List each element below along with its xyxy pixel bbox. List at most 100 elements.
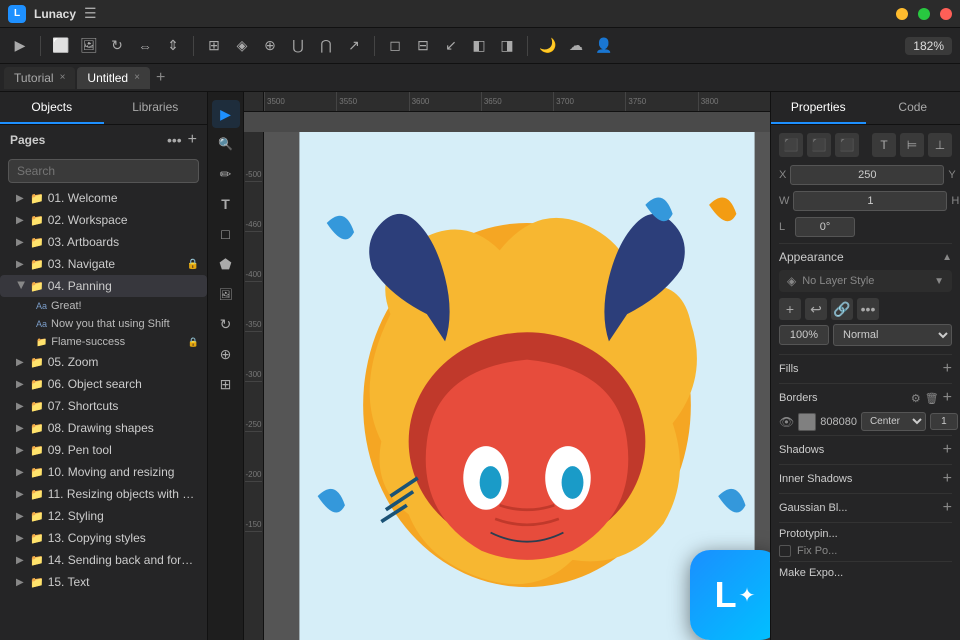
toolbar-lib1[interactable]: ◻	[383, 34, 407, 58]
more-style-button[interactable]: •••	[857, 298, 879, 320]
canvas-content[interactable]: L ✦	[264, 132, 770, 640]
shape-tool-button[interactable]: ⬟	[212, 250, 240, 278]
toolbar-cloud[interactable]: ☁	[564, 34, 588, 58]
sidebar-tab-objects[interactable]: Objects	[0, 92, 104, 124]
tab-tutorial[interactable]: Tutorial ×	[4, 67, 75, 89]
list-item[interactable]: ▶ 📁 14. Sending back and forward	[0, 549, 207, 571]
tab-untitled[interactable]: Untitled ×	[77, 67, 150, 89]
border-color-swatch[interactable]	[798, 413, 816, 431]
align-top-button[interactable]: T	[872, 133, 896, 157]
toolbar-flip-h[interactable]: ⇔	[133, 34, 157, 58]
text-tool-button[interactable]: T	[212, 190, 240, 218]
tab-untitled-close[interactable]: ×	[134, 72, 140, 83]
blend-mode-select[interactable]: Normal Multiply Screen Overlay	[833, 324, 952, 346]
toolbar-mask[interactable]: ⊕	[258, 34, 282, 58]
w-input[interactable]	[793, 191, 947, 211]
minimize-button[interactable]	[896, 8, 908, 20]
list-item[interactable]: ▶ 📁 07. Shortcuts	[0, 395, 207, 417]
tab-tutorial-close[interactable]: ×	[60, 72, 66, 83]
toolbar-send[interactable]: ↗	[342, 34, 366, 58]
toolbar-user[interactable]: 👤	[592, 34, 616, 58]
align-center-v-button[interactable]: ⊨	[900, 133, 924, 157]
rectangle-tool-button[interactable]: □	[212, 220, 240, 248]
border-delete-icon[interactable]: 🗑	[925, 392, 939, 405]
border-width-input[interactable]	[930, 413, 958, 430]
align-left-button[interactable]: ⬛	[779, 133, 803, 157]
select-tool-button[interactable]: ▶	[212, 100, 240, 128]
sidebar-tab-libraries[interactable]: Libraries	[104, 92, 208, 124]
prototyping-label: Prototypin...	[779, 528, 838, 540]
align-center-h-button[interactable]: ⬛	[807, 133, 831, 157]
opacity-input[interactable]	[779, 325, 829, 345]
link-style-button[interactable]: 🔗	[831, 298, 853, 320]
add-inner-shadow-button[interactable]: +	[943, 470, 952, 488]
undo-style-button[interactable]: ↩	[805, 298, 827, 320]
rotation-input[interactable]	[795, 217, 855, 237]
fix-position-checkbox[interactable]	[779, 545, 791, 557]
tab-code[interactable]: Code	[866, 92, 960, 124]
list-item[interactable]: ▶ 📁 01. Welcome	[0, 187, 207, 209]
toolbar-frame[interactable]: ⬜	[49, 34, 73, 58]
x-input[interactable]	[790, 165, 944, 185]
toolbar-union[interactable]: ⋃	[286, 34, 310, 58]
toolbar-flip-v[interactable]: ⇕	[161, 34, 185, 58]
toolbar-subtract[interactable]: ⋂	[314, 34, 338, 58]
list-item[interactable]: ▶ 📁 11. Resizing objects with keys	[0, 483, 207, 505]
borders-section: Borders ⚙ 🗑 +	[779, 383, 952, 412]
toolbar-rotate[interactable]: ↻	[105, 34, 129, 58]
rotate-tool-button[interactable]: ↻	[212, 310, 240, 338]
toolbar-select[interactable]: ▶	[8, 34, 32, 58]
add-fill-button[interactable]: +	[943, 360, 952, 378]
list-item[interactable]: ▶ 📁 13. Copying styles	[0, 527, 207, 549]
folder-icon: 📁	[30, 356, 44, 369]
border-settings-icon[interactable]: ⚙	[911, 392, 921, 405]
appearance-collapse[interactable]: ▲	[942, 252, 952, 263]
image-tool-button[interactable]: 🖼	[212, 280, 240, 308]
list-item[interactable]: ▶ 📁 03. Navigate 🔒	[0, 253, 207, 275]
layer-style-row[interactable]: ◈ No Layer Style ▼	[779, 270, 952, 292]
toolbar-image[interactable]: 🖼	[77, 34, 101, 58]
list-item[interactable]: ▶ 📁 12. Styling	[0, 505, 207, 527]
zoom-level[interactable]: 182%	[905, 37, 952, 55]
list-item[interactable]: ▶ 📁 05. Zoom	[0, 351, 207, 373]
add-border-button[interactable]: +	[943, 389, 952, 407]
border-position-select[interactable]: Center Inside Outside	[861, 412, 926, 431]
pages-add-button[interactable]: +	[188, 131, 197, 149]
close-button[interactable]	[940, 8, 952, 20]
list-item[interactable]: ▶ 📁 15. Text	[0, 571, 207, 593]
list-item[interactable]: ▶ 📁 10. Moving and resizing	[0, 461, 207, 483]
toolbar-lib2[interactable]: ⊟	[411, 34, 435, 58]
list-item[interactable]: ▶ 📁 06. Object search	[0, 373, 207, 395]
list-item[interactable]: ▶ 📁 08. Drawing shapes	[0, 417, 207, 439]
hamburger-icon[interactable]: ☰	[84, 5, 97, 22]
add-blur-button[interactable]: +	[943, 499, 952, 517]
add-style-button[interactable]: +	[779, 298, 801, 320]
toolbar-dark[interactable]: 🌙	[536, 34, 560, 58]
list-item[interactable]: 📁 Flame-success 🔒	[0, 333, 207, 351]
toolbar-lib4[interactable]: ◧	[467, 34, 491, 58]
toolbar-grid[interactable]: ⊞	[202, 34, 226, 58]
list-item[interactable]: Aa Now you that using Shift	[0, 315, 207, 333]
toolbar-lib3[interactable]: ↙	[439, 34, 463, 58]
border-visibility-icon[interactable]: 👁	[779, 415, 794, 429]
add-shadow-button[interactable]: +	[943, 441, 952, 459]
search-input[interactable]	[8, 159, 199, 183]
maximize-button[interactable]	[918, 8, 930, 20]
grid-tool-button[interactable]: ⊞	[212, 370, 240, 398]
toolbar-lib5[interactable]: ◨	[495, 34, 519, 58]
align-bottom-button[interactable]: ⊥	[928, 133, 952, 157]
list-item[interactable]: ▶ 📁 04. Panning	[0, 275, 207, 297]
component-tool-button[interactable]: ⊕	[212, 340, 240, 368]
align-right-button[interactable]: ⬛	[835, 133, 859, 157]
zoom-tool-button[interactable]: 🔍	[212, 130, 240, 158]
list-item[interactable]: ▶ 📁 09. Pen tool	[0, 439, 207, 461]
tab-add-button[interactable]: +	[152, 69, 169, 87]
canvas-area[interactable]: 3500 3550 3600 3650 3700 3750 3800 -500 …	[244, 92, 770, 640]
tab-properties[interactable]: Properties	[771, 92, 866, 124]
pen-tool-button[interactable]: ✏	[212, 160, 240, 188]
pages-more-button[interactable]: •••	[167, 132, 182, 148]
list-item[interactable]: ▶ 📁 02. Workspace	[0, 209, 207, 231]
list-item[interactable]: ▶ 📁 03. Artboards	[0, 231, 207, 253]
toolbar-component[interactable]: ◈	[230, 34, 254, 58]
list-item[interactable]: Aa Great!	[0, 297, 207, 315]
